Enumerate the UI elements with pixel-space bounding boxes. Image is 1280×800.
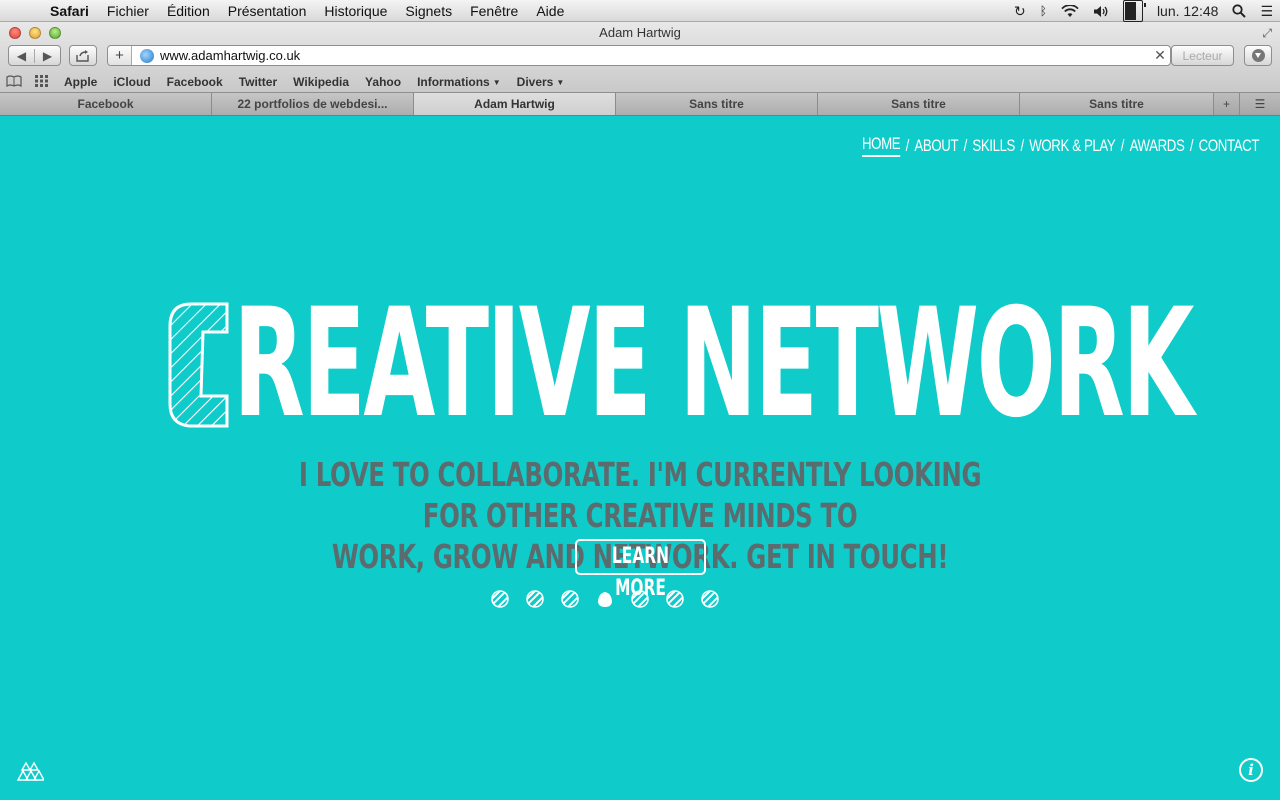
nav-about[interactable]: ABOUT	[914, 136, 958, 156]
nav-separator: /	[1120, 135, 1125, 155]
site-globe-icon	[140, 48, 154, 63]
bookmarks-bar: Apple iCloud Facebook Twitter Wikipedia …	[0, 72, 1280, 92]
nav-separator: /	[1020, 135, 1024, 155]
menu-historique[interactable]: Historique	[315, 0, 396, 22]
slider-dot-active[interactable]	[596, 590, 614, 608]
hero-title-text: REATIVE NETWORK	[233, 277, 1194, 451]
bookmark-icloud[interactable]: iCloud	[105, 75, 158, 89]
tab-sans-titre-2[interactable]: Sans titre	[818, 93, 1020, 115]
menu-bar: Safari Fichier Édition Présentation Hist…	[0, 0, 1280, 22]
share-icon	[76, 49, 89, 62]
tab-bar: Facebook 22 portfolios de webdesi... Ada…	[0, 93, 1280, 116]
nav-awards[interactable]: AWARDS	[1130, 136, 1185, 156]
download-icon	[1251, 49, 1265, 62]
downloads-button[interactable]	[1244, 45, 1272, 66]
slider-dot[interactable]	[701, 590, 719, 608]
nav-home[interactable]: HOME	[861, 134, 901, 157]
menu-aide[interactable]: Aide	[527, 0, 573, 22]
tab-adam-hartwig[interactable]: Adam Hartwig	[414, 93, 616, 115]
battery-icon[interactable]	[1116, 0, 1150, 22]
new-tab-button[interactable]: +	[1214, 93, 1240, 115]
chevron-down-icon: ▼	[556, 78, 565, 87]
volume-icon[interactable]	[1086, 0, 1116, 22]
bookmark-folder-informations[interactable]: Informations ▼	[409, 75, 509, 89]
window-title: Adam Hartwig	[599, 25, 681, 40]
share-button[interactable]	[69, 45, 97, 66]
slider-dot[interactable]	[491, 590, 509, 608]
browser-window-chrome: Adam Hartwig ⤢ ◀ ▶ + www.adamhartwig.co.…	[0, 22, 1280, 93]
slider-pagination	[0, 589, 1280, 609]
learn-more-button[interactable]: LEARN MORE	[575, 539, 706, 601]
forward-button[interactable]: ▶	[34, 48, 60, 63]
nav-separator: /	[905, 135, 910, 155]
nav-work-and-play[interactable]: WORK & PLAY	[1029, 136, 1115, 156]
site-nav: HOME / ABOUT / SKILLS / WORK & PLAY / AW…	[861, 134, 1260, 157]
address-bar[interactable]: + www.adamhartwig.co.uk ✕	[107, 45, 1171, 66]
bookmark-yahoo[interactable]: Yahoo	[357, 75, 409, 89]
nav-contact[interactable]: CONTACT	[1199, 136, 1260, 156]
tab-sans-titre-1[interactable]: Sans titre	[616, 93, 818, 115]
spotlight-search-icon[interactable]	[1225, 0, 1253, 22]
tab-facebook[interactable]: Facebook	[0, 93, 212, 115]
bookmark-wikipedia[interactable]: Wikipedia	[285, 75, 357, 89]
history-nav: ◀ ▶	[8, 45, 61, 66]
info-icon[interactable]: i	[1239, 758, 1263, 782]
triangles-logo-icon[interactable]	[16, 760, 44, 782]
url-field[interactable]: www.adamhartwig.co.uk	[160, 48, 1150, 63]
bookmark-apple[interactable]: Apple	[56, 75, 105, 89]
slider-dot[interactable]	[526, 590, 544, 608]
chevron-down-icon: ▼	[492, 78, 501, 87]
menu-signets[interactable]: Signets	[396, 0, 461, 22]
nav-separator: /	[963, 135, 968, 155]
back-button[interactable]: ◀	[9, 49, 34, 63]
hero-title: REATIVE NETWORK	[165, 289, 1194, 439]
notification-center-icon[interactable]: ☰	[1253, 0, 1280, 22]
menu-edition[interactable]: Édition	[158, 0, 219, 22]
slider-dot[interactable]	[631, 590, 649, 608]
bluetooth-icon[interactable]: ᛒ	[1033, 0, 1054, 22]
bookmark-folder-divers[interactable]: Divers ▼	[509, 75, 573, 89]
menu-fichier[interactable]: Fichier	[98, 0, 158, 22]
top-sites-grid-icon[interactable]	[28, 74, 56, 90]
bookmark-twitter[interactable]: Twitter	[231, 75, 285, 89]
wifi-icon[interactable]	[1054, 0, 1086, 22]
bookmark-folder-label: Informations	[417, 75, 490, 89]
tab-sans-titre-3[interactable]: Sans titre	[1020, 93, 1214, 115]
fullscreen-icon[interactable]: ⤢	[1262, 26, 1272, 41]
tab-overview-icon[interactable]: ☰	[1240, 93, 1280, 115]
status-area: ↻ ᛒ lun. 12:48 ☰	[1007, 0, 1280, 22]
clock[interactable]: lun. 12:48	[1150, 0, 1226, 22]
tagline-line-1: I love to collaborate. I'm currently loo…	[298, 455, 982, 535]
slider-dot[interactable]	[561, 590, 579, 608]
bookmark-facebook[interactable]: Facebook	[159, 75, 231, 89]
time-machine-icon[interactable]: ↻	[1007, 0, 1033, 22]
nav-skills[interactable]: SKILLS	[972, 136, 1015, 156]
slider-dot[interactable]	[666, 590, 684, 608]
website-viewport: HOME / ABOUT / SKILLS / WORK & PLAY / AW…	[0, 116, 1280, 800]
menu-fenetre[interactable]: Fenêtre	[461, 0, 527, 22]
tab-portfolios[interactable]: 22 portfolios de webdesi...	[212, 93, 414, 115]
menu-presentation[interactable]: Présentation	[219, 0, 316, 22]
reader-button[interactable]: Lecteur	[1171, 45, 1234, 66]
bookmark-folder-label: Divers	[516, 75, 554, 89]
add-bookmark-button[interactable]: +	[108, 46, 132, 65]
reading-list-icon[interactable]	[0, 74, 28, 90]
stop-loading-icon[interactable]: ✕	[1150, 47, 1170, 64]
browser-toolbar: ◀ ▶ + www.adamhartwig.co.uk ✕ Lecteur	[0, 45, 1280, 69]
nav-separator: /	[1189, 135, 1194, 155]
menu-app-name[interactable]: Safari	[38, 0, 98, 22]
